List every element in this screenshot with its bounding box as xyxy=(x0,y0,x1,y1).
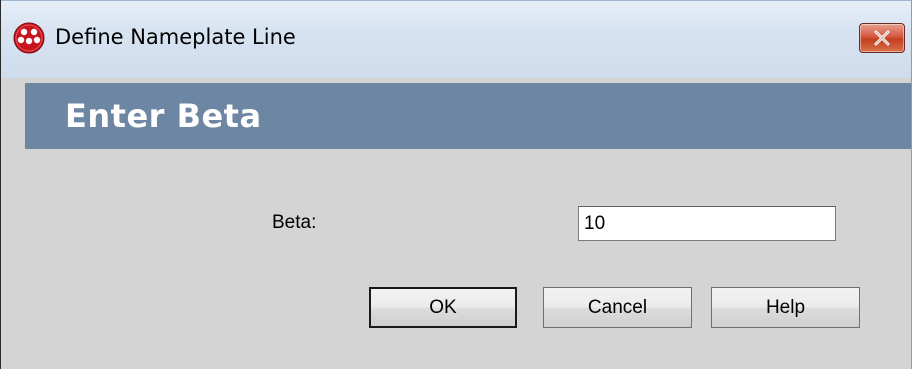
close-icon xyxy=(874,30,890,46)
beta-input[interactable] xyxy=(578,206,836,241)
ok-button[interactable]: OK xyxy=(369,287,517,328)
help-button[interactable]: Help xyxy=(711,287,860,328)
dialog-window: Define Nameplate Line Enter Beta Beta: O… xyxy=(0,0,912,369)
window-title: Define Nameplate Line xyxy=(55,25,296,49)
close-button[interactable] xyxy=(859,23,905,53)
beta-label: Beta: xyxy=(272,212,317,233)
header-band: Enter Beta xyxy=(25,83,911,149)
cancel-button[interactable]: Cancel xyxy=(543,287,692,328)
title-bar[interactable]: Define Nameplate Line xyxy=(1,0,911,78)
dialog-body: Enter Beta Beta: OK Cancel Help xyxy=(1,78,911,369)
page-title: Enter Beta xyxy=(65,97,262,135)
app-logo-icon xyxy=(13,22,45,54)
